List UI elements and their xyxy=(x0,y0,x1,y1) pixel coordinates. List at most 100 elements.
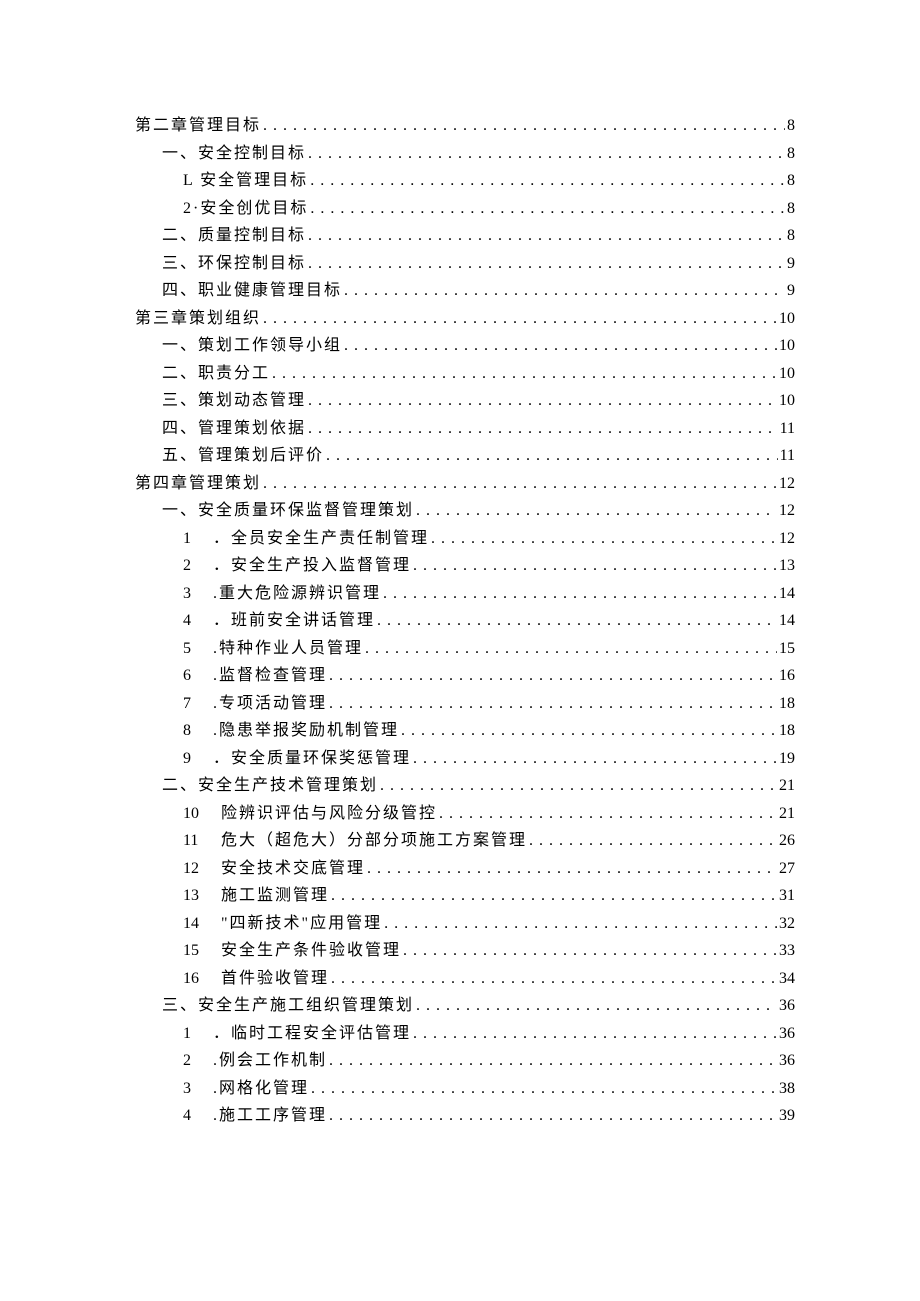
toc-entry: 1．全员安全生产责任制管理12 xyxy=(135,531,795,547)
toc-leader-dots xyxy=(261,311,777,327)
toc-entry-title: .网格化管理 xyxy=(213,1081,309,1097)
toc-entry-page: 13 xyxy=(777,558,795,574)
toc-leader-dots xyxy=(527,833,777,849)
toc-entry: 第四章管理策划12 xyxy=(135,476,795,492)
toc-entry-page: 14 xyxy=(777,586,795,602)
toc-leader-dots xyxy=(270,366,777,382)
toc-leader-dots xyxy=(324,448,778,464)
toc-entry-page: 18 xyxy=(777,696,795,712)
toc-entry-title: 第四章管理策划 xyxy=(135,476,261,492)
toc-entry-title: 首件验收管理 xyxy=(221,971,329,987)
toc-entry-page: 12 xyxy=(777,503,795,519)
toc-entry-page: 8 xyxy=(785,228,795,244)
toc-leader-dots xyxy=(309,1081,777,1097)
toc-entry: 9．安全质量环保奖惩管理19 xyxy=(135,751,795,767)
toc-leader-dots xyxy=(306,256,785,272)
toc-entry: 三、安全生产施工组织管理策划 36 xyxy=(135,998,795,1014)
toc-entry-page: 19 xyxy=(777,751,795,767)
toc-entry-title: 第三章策划组织 xyxy=(135,311,261,327)
toc-entry-page: 10 xyxy=(777,311,795,327)
toc-leader-dots xyxy=(308,173,785,189)
toc-entry-number: 1 xyxy=(183,1026,205,1042)
toc-leader-dots xyxy=(342,283,785,299)
toc-leader-dots xyxy=(382,916,777,932)
toc-entry-number: 11 xyxy=(183,833,211,849)
toc-entry-number: 16 xyxy=(183,971,211,987)
toc-leader-dots xyxy=(306,146,785,162)
toc-entry-number: 10 xyxy=(183,806,211,822)
toc-entry-number: 8 xyxy=(183,723,205,739)
toc-entry-title: .隐患举报奖励机制管理 xyxy=(213,723,399,739)
toc-entry-title: 安全技术交底管理 xyxy=(221,861,365,877)
toc-entry-number: 15 xyxy=(183,943,211,959)
toc-entry-title: 一、策划工作领导小组 xyxy=(162,338,342,354)
toc-entry-title: .监督检查管理 xyxy=(213,668,327,684)
toc-entry-title: 施工监测管理 xyxy=(221,888,329,904)
toc-entry-title: 三、环保控制目标 xyxy=(162,256,306,272)
toc-entry-title: 险辨识评估与风险分级管控 xyxy=(221,806,437,822)
toc-entry-page: 21 xyxy=(777,806,795,822)
toc-entry-page: 27 xyxy=(777,861,795,877)
toc-leader-dots xyxy=(329,888,777,904)
toc-leader-dots xyxy=(375,613,777,629)
toc-leader-dots xyxy=(261,118,785,134)
toc-leader-dots xyxy=(429,531,777,547)
toc-entry-title: .例会工作机制 xyxy=(213,1053,327,1069)
toc-entry: 14 "四新技术"应用管理32 xyxy=(135,916,795,932)
toc-entry-title: 五、管理策划后评价 xyxy=(162,448,324,464)
toc-entry: 5.特种作业人员管理15 xyxy=(135,641,795,657)
toc-entry: 13 施工监测管理31 xyxy=(135,888,795,904)
toc-entry-title: ．安全生产投入监督管理 xyxy=(213,558,411,574)
toc-entry-page: 12 xyxy=(777,531,795,547)
toc-entry: 二、质量控制目标8 xyxy=(135,228,795,244)
toc-entry: 4.施工工序管理39 xyxy=(135,1108,795,1124)
toc-entry-page: 10 xyxy=(777,393,795,409)
toc-leader-dots xyxy=(306,228,785,244)
toc-entry-title: .专项活动管理 xyxy=(213,696,327,712)
toc-entry-number: 12 xyxy=(183,861,211,877)
toc-entry-page: 18 xyxy=(777,723,795,739)
toc-entry-page: 36 xyxy=(777,1026,795,1042)
toc-entry: 7 .专项活动管理 18 xyxy=(135,696,795,712)
toc-entry: 一、安全控制目标8 xyxy=(135,146,795,162)
toc-entry-page: 8 xyxy=(785,118,795,134)
toc-entry-title: "四新技术"应用管理 xyxy=(221,916,382,932)
toc-entry: 二、职责分工10 xyxy=(135,366,795,382)
toc-entry-number: 4 xyxy=(183,613,205,629)
toc-entry-page: 32 xyxy=(777,916,795,932)
toc-entry: 三、环保控制目标9 xyxy=(135,256,795,272)
toc-entry-number: 7 xyxy=(183,696,205,712)
toc-leader-dots xyxy=(363,641,777,657)
toc-entry-title: 一、安全控制目标 xyxy=(162,146,306,162)
toc-leader-dots xyxy=(327,668,777,684)
toc-leader-dots xyxy=(327,1053,777,1069)
toc-entry: 3.网格化管理38 xyxy=(135,1081,795,1097)
toc-entry-title: 三、安全生产施工组织管理策划 xyxy=(162,998,414,1014)
toc-entry: 第三章策划组织 10 xyxy=(135,311,795,327)
toc-entry-page: 14 xyxy=(777,613,795,629)
toc-entry-page: 36 xyxy=(777,998,795,1014)
toc-entry: 2 ．安全生产投入监督管理 13 xyxy=(135,558,795,574)
toc-entry-page: 21 xyxy=(777,778,795,794)
toc-entry-title: 四、职业健康管理目标 xyxy=(162,283,342,299)
toc-leader-dots xyxy=(401,943,777,959)
toc-entry: 五、管理策划后评价11 xyxy=(135,448,795,464)
toc-entry-number: 2 xyxy=(183,558,205,574)
toc-entry-title: 危大（超危大）分部分项施工方案管理 xyxy=(221,833,527,849)
toc-entry-title: ．安全质量环保奖惩管理 xyxy=(213,751,411,767)
toc-leader-dots xyxy=(329,971,777,987)
toc-entry-title: 三、策划动态管理 xyxy=(162,393,306,409)
toc-entry: 2·安全创优目标8 xyxy=(135,201,795,217)
toc-leader-dots xyxy=(306,421,778,437)
toc-leader-dots xyxy=(308,201,785,217)
toc-entry: 2.例会工作机制36 xyxy=(135,1053,795,1069)
toc-entry-number: 3 xyxy=(183,586,205,602)
toc-leader-dots xyxy=(378,778,777,794)
toc-leader-dots xyxy=(381,586,777,602)
toc-entry-page: 15 xyxy=(777,641,795,657)
toc-entry-title: ．临时工程安全评估管理 xyxy=(213,1026,411,1042)
toc-leader-dots xyxy=(327,696,777,712)
toc-entry-page: 26 xyxy=(777,833,795,849)
toc-entry: 12 安全技术交底管理 27 xyxy=(135,861,795,877)
toc-entry-title: 二、职责分工 xyxy=(162,366,270,382)
